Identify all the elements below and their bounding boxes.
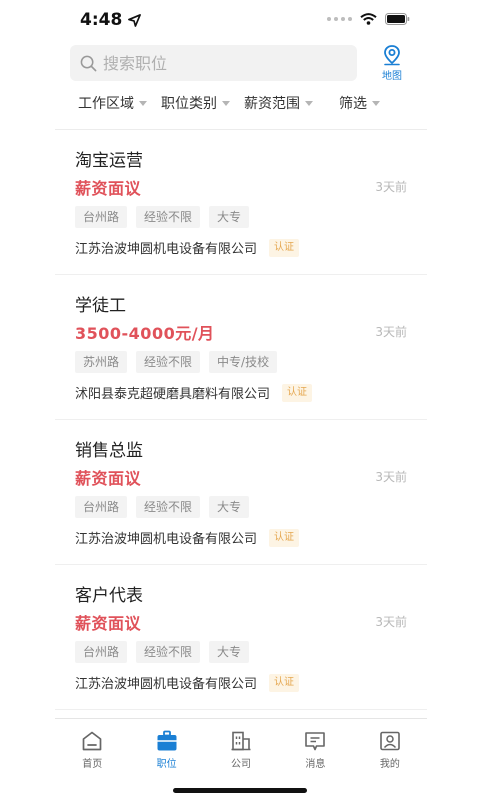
job-title: 学徒工 <box>75 296 126 316</box>
company-row: 江苏治波坤圆机电设备有限公司 认证 <box>75 528 300 547</box>
tab-home[interactable]: 首页 <box>55 719 129 770</box>
filter-work-area[interactable]: 工作区域 <box>78 92 147 114</box>
job-tags: 台州路 经验不限 大专 <box>75 641 250 663</box>
job-tags: 台州路 经验不限 大专 <box>75 496 250 518</box>
tag-education: 大专 <box>209 496 250 518</box>
status-icons <box>327 13 410 25</box>
map-label: 地图 <box>382 71 402 82</box>
filter-label: 薪资范围 <box>244 96 300 112</box>
company-name: 江苏治波坤圆机电设备有限公司 <box>75 532 258 547</box>
message-icon <box>305 732 326 751</box>
tag-experience: 经验不限 <box>136 641 201 663</box>
bottom-tab-bar: 首页 职位 公司 消息 我的 <box>55 718 427 770</box>
tag-experience: 经验不限 <box>136 351 201 373</box>
company-row: 江苏治波坤圆机电设备有限公司 认证 <box>75 673 300 692</box>
search-input[interactable] <box>103 53 343 73</box>
search-row: 地图 <box>70 44 412 84</box>
filter-salary-range[interactable]: 薪资范围 <box>244 92 313 114</box>
tab-label: 我的 <box>379 759 400 770</box>
map-pin-icon <box>384 45 400 66</box>
tag-education: 大专 <box>209 206 250 228</box>
status-bar: 4:48 <box>0 0 480 40</box>
tab-label: 消息 <box>305 759 326 770</box>
filter-label: 筛选 <box>339 96 367 112</box>
tab-label: 公司 <box>231 759 252 770</box>
job-card[interactable]: 淘宝运营 薪资面议 3天前 台州路 经验不限 大专 江苏治波坤圆机电设备有限公司… <box>55 130 427 275</box>
tab-messages[interactable]: 消息 <box>278 719 352 770</box>
filter-more[interactable]: 筛选 <box>339 92 380 114</box>
tab-company[interactable]: 公司 <box>204 719 278 770</box>
tag-location: 台州路 <box>75 496 128 518</box>
certified-badge: 认证 <box>282 383 313 402</box>
company-row: 江苏治波坤圆机电设备有限公司 认证 <box>75 238 300 257</box>
tab-label: 首页 <box>82 759 103 770</box>
search-icon <box>80 55 97 71</box>
status-time: 4:48 <box>80 10 123 30</box>
caret-down-icon <box>139 100 147 106</box>
job-card[interactable]: 销售总监 薪资面议 3天前 台州路 经验不限 大专 江苏治波坤圆机电设备有限公司… <box>55 420 427 565</box>
status-time-group: 4:48 <box>80 10 142 30</box>
tag-education: 中专/技校 <box>209 351 278 373</box>
job-card[interactable]: 客户代表 薪资面议 3天前 台州路 经验不限 大专 江苏治波坤圆机电设备有限公司… <box>55 565 427 710</box>
home-icon <box>82 731 102 751</box>
job-tags: 台州路 经验不限 大专 <box>75 206 250 228</box>
tab-jobs[interactable]: 职位 <box>129 719 203 770</box>
tag-location: 台州路 <box>75 641 128 663</box>
map-button[interactable]: 地图 <box>372 44 412 84</box>
job-salary: 薪资面议 <box>75 614 142 633</box>
job-card[interactable]: 学徒工 3500-4000元/月 3天前 苏州路 经验不限 中专/技校 沭阳县泰… <box>55 275 427 420</box>
briefcase-icon <box>157 730 177 751</box>
filter-label: 工作区域 <box>78 96 134 112</box>
company-row: 沭阳县泰克超硬磨具磨料有限公司 认证 <box>75 383 313 402</box>
job-title: 销售总监 <box>75 441 143 461</box>
home-indicator <box>173 788 307 793</box>
location-arrow-icon <box>128 13 142 27</box>
certified-badge: 认证 <box>269 528 300 547</box>
building-icon <box>231 731 251 751</box>
job-date: 3天前 <box>375 180 407 194</box>
job-date: 3天前 <box>375 470 407 484</box>
certified-badge: 认证 <box>269 238 300 257</box>
caret-down-icon <box>372 100 380 106</box>
job-tags: 苏州路 经验不限 中专/技校 <box>75 351 278 373</box>
filter-label: 职位类别 <box>161 96 217 112</box>
job-list: 淘宝运营 薪资面议 3天前 台州路 经验不限 大专 江苏治波坤圆机电设备有限公司… <box>55 130 427 710</box>
job-date: 3天前 <box>375 325 407 339</box>
company-name: 江苏治波坤圆机电设备有限公司 <box>75 242 258 257</box>
tab-label: 职位 <box>156 759 177 770</box>
search-box[interactable] <box>70 45 357 81</box>
battery-icon <box>385 13 410 25</box>
filter-bar: 工作区域 职位类别 薪资范围 筛选 <box>78 92 398 114</box>
tab-profile[interactable]: 我的 <box>353 719 427 770</box>
tag-experience: 经验不限 <box>136 206 201 228</box>
company-name: 江苏治波坤圆机电设备有限公司 <box>75 677 258 692</box>
caret-down-icon <box>222 100 230 106</box>
job-title: 客户代表 <box>75 586 143 606</box>
caret-down-icon <box>305 100 313 106</box>
tag-education: 大专 <box>209 641 250 663</box>
job-salary: 3500-4000元/月 <box>75 324 215 343</box>
job-salary: 薪资面议 <box>75 469 142 488</box>
tag-experience: 经验不限 <box>136 496 201 518</box>
company-name: 沭阳县泰克超硬磨具磨料有限公司 <box>75 387 271 402</box>
filter-job-category[interactable]: 职位类别 <box>161 92 230 114</box>
job-salary: 薪资面议 <box>75 179 142 198</box>
job-title: 淘宝运营 <box>75 151 143 171</box>
tag-location: 苏州路 <box>75 351 128 373</box>
job-date: 3天前 <box>375 615 407 629</box>
wifi-icon <box>360 13 377 25</box>
certified-badge: 认证 <box>269 673 300 692</box>
profile-icon <box>380 731 400 751</box>
tag-location: 台州路 <box>75 206 128 228</box>
signal-icon <box>327 17 352 21</box>
